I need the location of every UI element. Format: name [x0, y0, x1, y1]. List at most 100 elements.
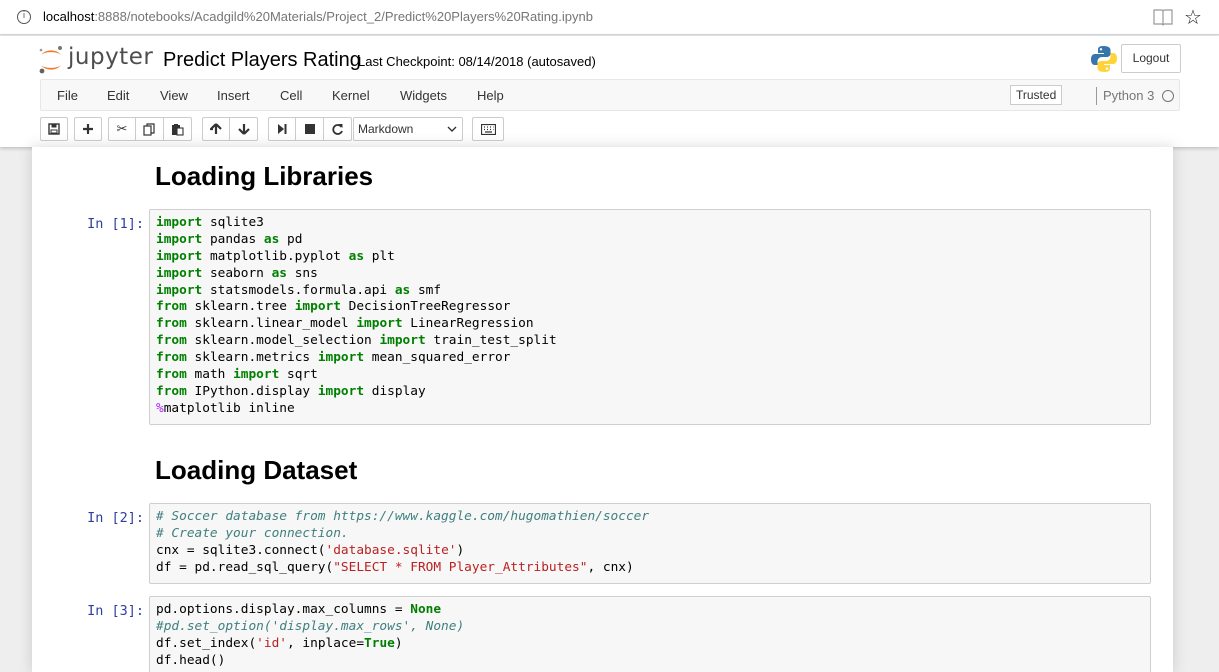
kernel-separator: [1096, 87, 1097, 105]
keyboard-icon: [480, 123, 496, 135]
interrupt-button[interactable]: [296, 117, 324, 141]
code-token: sklearn.metrics: [194, 350, 318, 366]
code-token: %: [156, 400, 164, 416]
code-token: pd.options.display.max_columns =: [156, 602, 411, 617]
menu-insert[interactable]: Insert: [217, 88, 250, 103]
code-token: cnx = sqlite3.connect(: [156, 542, 326, 558]
copy-button[interactable]: [136, 117, 164, 141]
notebook-title[interactable]: Predict Players Rating: [163, 49, 361, 72]
markdown-heading-dataset[interactable]: Loading Dataset: [155, 455, 357, 486]
cell-type-value: Markdown: [358, 122, 414, 136]
code-line: import pandas as pd: [156, 232, 1144, 249]
info-icon[interactable]: i: [17, 10, 31, 24]
cell-prompt: In [3]:: [87, 603, 144, 619]
menu-help[interactable]: Help: [477, 88, 504, 103]
code-token: math: [194, 367, 234, 383]
chevron-down-icon: [447, 118, 457, 148]
code-cell-input[interactable]: # Soccer database from https://www.kaggl…: [149, 503, 1151, 584]
code-cell-input[interactable]: pd.options.display.max_columns = None #pd…: [149, 596, 1151, 672]
move-down-button[interactable]: [230, 117, 258, 141]
menu-edit[interactable]: Edit: [107, 88, 129, 103]
code-token: as: [271, 265, 295, 281]
code-token: import: [294, 299, 349, 315]
run-button[interactable]: [268, 117, 296, 141]
cell-prompt: In [2]:: [87, 510, 144, 526]
favorite-star-icon[interactable]: ☆: [1184, 5, 1202, 29]
code-token: from: [156, 383, 195, 399]
code-token: matplotlib inline: [163, 400, 295, 416]
kernel-name[interactable]: Python 3: [1103, 88, 1154, 103]
menu-kernel[interactable]: Kernel: [332, 88, 370, 103]
code-line: import matplotlib.pyplot as plt: [156, 249, 1144, 266]
cell-type-select[interactable]: Markdown: [353, 117, 463, 141]
code-token: pandas: [209, 231, 264, 247]
paste-button[interactable]: [164, 117, 192, 141]
code-token: sklearn.model_selection: [194, 333, 380, 349]
trusted-indicator[interactable]: Trusted: [1010, 85, 1063, 105]
code-token: import: [317, 383, 372, 399]
code-token: 'database.sqlite': [325, 542, 457, 558]
code-token: 'id': [256, 635, 287, 651]
markdown-heading-libraries[interactable]: Loading Libraries: [155, 161, 373, 192]
code-line: df = pd.read_sql_query("SELECT * FROM Pl…: [156, 560, 1144, 577]
code-token: as: [348, 248, 372, 264]
code-line: # Soccer database from https://www.kaggl…: [156, 509, 1144, 526]
code-token: # Soccer database from https://www.kaggl…: [156, 509, 650, 524]
code-token: from: [156, 367, 195, 383]
scissors-icon: ✂: [116, 121, 128, 137]
save-icon: [48, 123, 60, 135]
code-token: from: [156, 333, 195, 349]
url-field[interactable]: localhost:8888/notebooks/Acadgild%20Mate…: [43, 9, 593, 24]
kernel-idle-icon: [1162, 90, 1174, 102]
code-line: from sklearn.metrics import mean_squared…: [156, 350, 1144, 367]
code-token: "SELECT * FROM Player_Attributes": [333, 559, 588, 575]
insert-cell-button[interactable]: [74, 117, 102, 141]
stop-icon: [304, 124, 315, 134]
code-token: import: [379, 333, 434, 349]
code-line: # Create your connection.: [156, 526, 1144, 543]
code-token: import: [156, 248, 210, 264]
code-line: df.head(): [156, 653, 1144, 670]
step-forward-icon: [278, 124, 287, 134]
menu-cell[interactable]: Cell: [280, 88, 302, 103]
code-token: DecisionTreeRegressor: [348, 299, 511, 315]
code-token: import: [233, 367, 287, 383]
arrow-down-icon: [237, 124, 250, 135]
code-token: , cnx): [587, 559, 634, 575]
code-token: True: [364, 635, 395, 651]
refresh-icon: [332, 123, 343, 135]
code-token: import: [356, 316, 411, 332]
menu-view[interactable]: View: [160, 88, 188, 103]
code-token: #pd.set_option('display.max_rows', None): [156, 618, 465, 634]
code-line: cnx = sqlite3.connect('database.sqlite'): [156, 543, 1144, 560]
jupyter-logo-text: jupyter: [68, 44, 154, 70]
code-line: import sqlite3: [156, 215, 1144, 232]
code-token: ): [456, 542, 465, 558]
code-token: matplotlib.pyplot: [209, 248, 349, 264]
code-token: , inplace=: [287, 635, 365, 651]
code-token: display: [371, 383, 426, 399]
cell-prompt: In [1]:: [87, 216, 144, 232]
code-token: plt: [371, 248, 395, 264]
code-token: import: [156, 231, 210, 247]
logout-button[interactable]: Logout: [1121, 44, 1181, 73]
move-up-button[interactable]: [202, 117, 230, 141]
code-token: from: [156, 350, 195, 366]
restart-button[interactable]: [324, 117, 352, 141]
command-palette-button[interactable]: [472, 117, 504, 141]
code-token: df.head(): [156, 652, 226, 668]
save-button[interactable]: [40, 117, 68, 141]
code-line: %matplotlib inline: [156, 401, 1144, 418]
code-cell-input[interactable]: import sqlite3 import pandas as pd import …: [149, 209, 1151, 425]
python-logo-icon: [1091, 46, 1117, 72]
reading-view-icon[interactable]: [1153, 8, 1173, 26]
cut-button[interactable]: ✂: [108, 117, 136, 141]
code-line: from sklearn.tree import DecisionTreeReg…: [156, 299, 1144, 316]
menu-widgets[interactable]: Widgets: [400, 88, 447, 103]
code-line: import seaborn as sns: [156, 266, 1144, 283]
menu-file[interactable]: File: [57, 88, 78, 103]
code-token: ): [394, 635, 403, 651]
copy-icon: [143, 122, 155, 136]
code-line: from sklearn.linear_model import LinearR…: [156, 316, 1144, 333]
code-token: df.set_index(: [156, 635, 257, 651]
